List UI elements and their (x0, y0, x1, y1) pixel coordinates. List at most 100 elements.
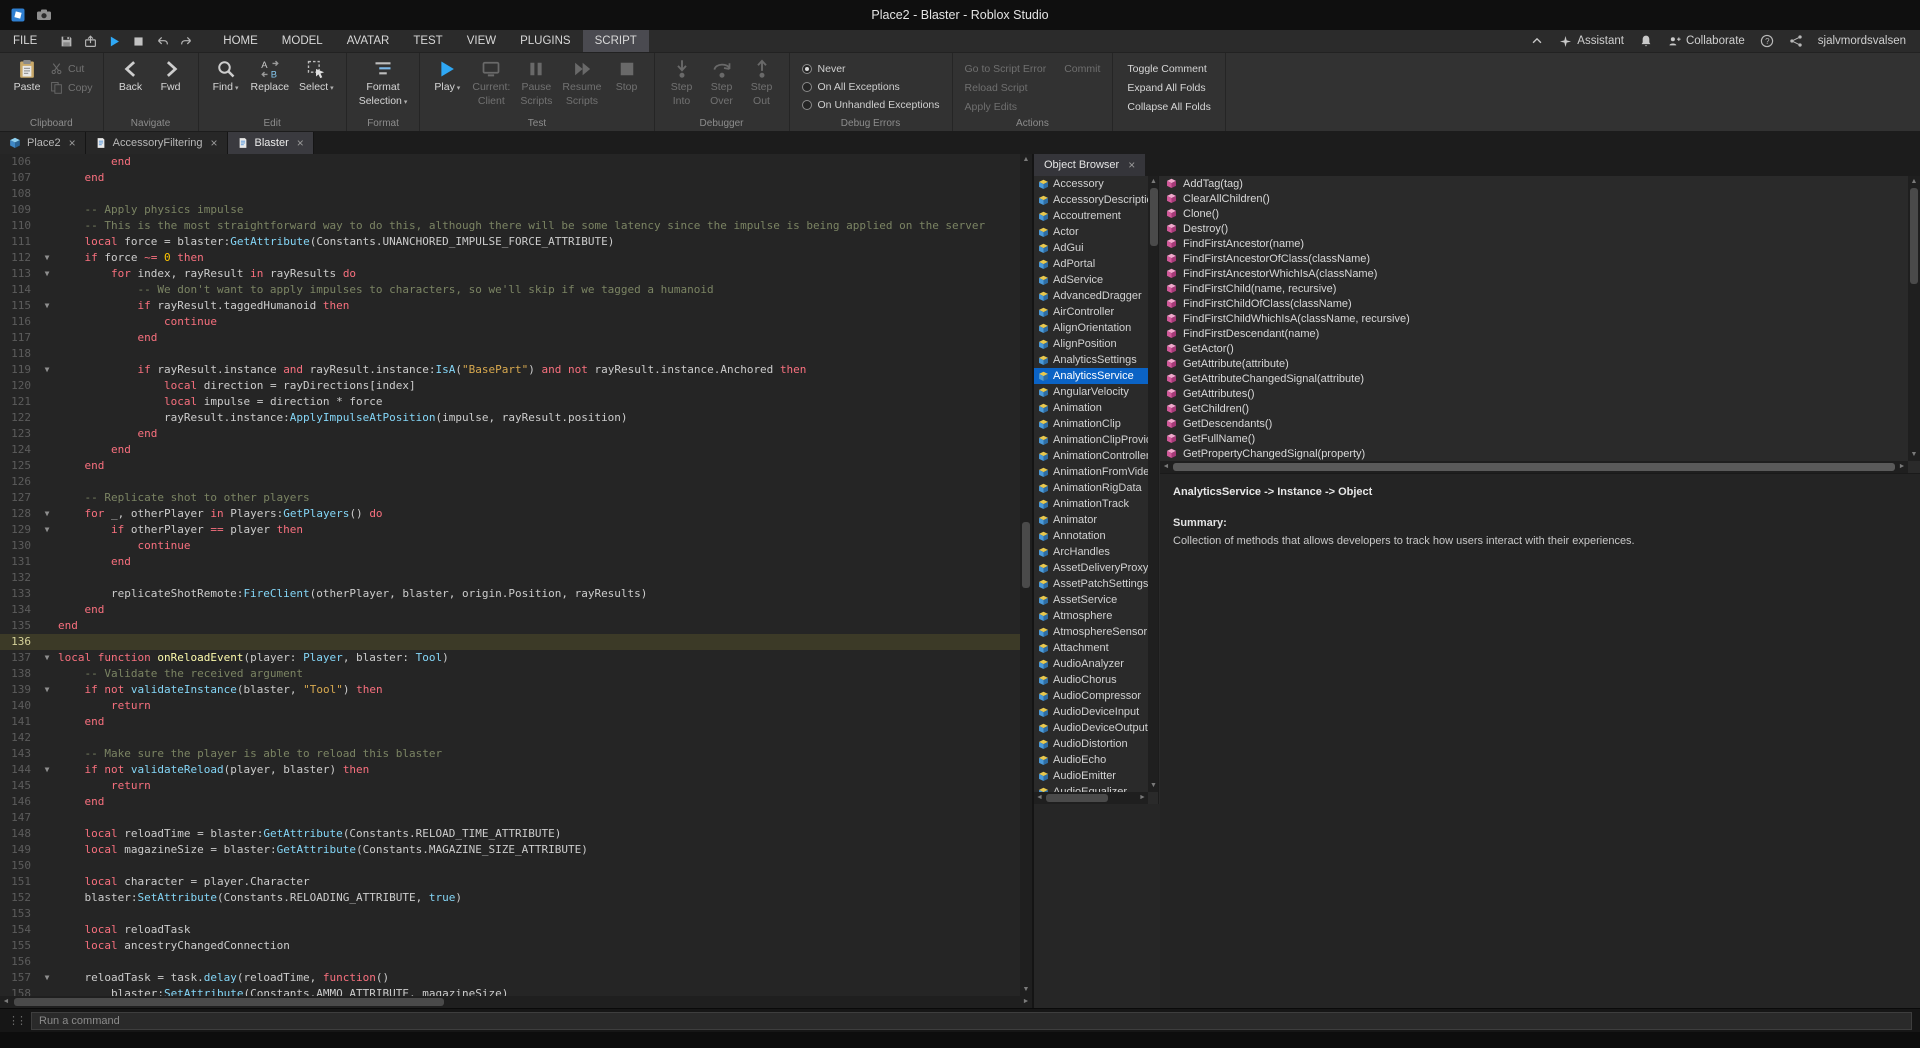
code-line[interactable]: 141 end (0, 714, 1020, 730)
ribbon-button-toggle-comment[interactable]: Toggle Comment (1127, 63, 1210, 75)
menu-tab-view[interactable]: VIEW (455, 30, 508, 52)
code-line[interactable]: 148 local reloadTime = blaster:GetAttrib… (0, 826, 1020, 842)
menu-tab-avatar[interactable]: AVATAR (335, 30, 402, 52)
fold-arrow-icon[interactable]: ▼ (36, 362, 58, 378)
file-menu[interactable]: FILE (0, 30, 50, 52)
scroll-right-icon[interactable]: ► (1896, 461, 1908, 473)
code-line[interactable]: 144▼ if not validateReload(player, blast… (0, 762, 1020, 778)
class-list-item[interactable]: AnimationClipProvider (1034, 432, 1148, 448)
code-line[interactable]: 121 local impulse = direction * force (0, 394, 1020, 410)
class-list-item[interactable]: AudioAnalyzer (1034, 656, 1148, 672)
code-line[interactable]: 135end (0, 618, 1020, 634)
class-list-item[interactable]: Accessory (1034, 176, 1148, 192)
fold-arrow-icon[interactable]: ▼ (36, 762, 58, 778)
member-list-item[interactable]: ClearAllChildren() (1160, 191, 1908, 206)
class-list-item[interactable]: AssetDeliveryProxy (1034, 560, 1148, 576)
ribbon-button-replace[interactable]: ABReplace (246, 56, 295, 96)
class-list-item[interactable]: AccessoryDescription (1034, 192, 1148, 208)
class-list-horizontal-scrollbar[interactable]: ◄ ► (1034, 792, 1148, 804)
class-list-item[interactable]: Atmosphere (1034, 608, 1148, 624)
ribbon-button-select[interactable]: Select ▾ (294, 56, 339, 98)
fold-arrow-icon[interactable]: ▼ (36, 650, 58, 666)
code-line[interactable]: 106 end (0, 154, 1020, 170)
code-line[interactable]: 118 (0, 346, 1020, 362)
fold-arrow-icon[interactable]: ▼ (36, 682, 58, 698)
editor-hscroll-thumb[interactable] (14, 998, 444, 1006)
code-line[interactable]: 130 continue (0, 538, 1020, 554)
class-list-item[interactable]: AdGui (1034, 240, 1148, 256)
member-list-item[interactable]: FindFirstAncestor(name) (1160, 236, 1908, 251)
class-list-item[interactable]: Actor (1034, 224, 1148, 240)
code-line[interactable]: 107 end (0, 170, 1020, 186)
class-list-item[interactable]: ArcHandles (1034, 544, 1148, 560)
code-line[interactable]: 114 -- We don't want to apply impulses t… (0, 282, 1020, 298)
class-hscroll-thumb[interactable] (1046, 794, 1108, 802)
member-list-vertical-scrollbar[interactable]: ▲ ▼ (1908, 176, 1920, 461)
ribbon-button-paste[interactable]: Paste (7, 56, 47, 96)
qat-undo-icon[interactable] (156, 35, 169, 48)
bell-icon[interactable] (1639, 34, 1653, 48)
code-line[interactable]: 123 end (0, 426, 1020, 442)
code-line[interactable]: 142 (0, 730, 1020, 746)
class-list-item[interactable]: Animator (1034, 512, 1148, 528)
class-list-item[interactable]: AudioCompressor (1034, 688, 1148, 704)
class-list-item[interactable]: AngularVelocity (1034, 384, 1148, 400)
code-line[interactable]: 157▼ reloadTask = task.delay(reloadTime,… (0, 970, 1020, 986)
code-line[interactable]: 134 end (0, 602, 1020, 618)
class-list-item[interactable]: AudioEcho (1034, 752, 1148, 768)
code-line[interactable]: 117 end (0, 330, 1020, 346)
class-list-item[interactable]: AnimationFromVideoCreatorService (1034, 464, 1148, 480)
close-icon[interactable]: × (1128, 158, 1135, 172)
camera-icon[interactable] (36, 7, 52, 23)
class-list-item[interactable]: AnimationClip (1034, 416, 1148, 432)
scroll-down-icon[interactable]: ▼ (1908, 449, 1920, 461)
code-line[interactable]: 154 local reloadTask (0, 922, 1020, 938)
editor-horizontal-scrollbar[interactable]: ◄ ► (0, 996, 1032, 1008)
code-line[interactable]: 136 (0, 634, 1020, 650)
scroll-left-icon[interactable]: ◄ (1160, 461, 1172, 473)
qat-open-icon[interactable] (84, 35, 97, 48)
code-line[interactable]: 138 -- Validate the received argument (0, 666, 1020, 682)
close-icon[interactable]: × (211, 136, 218, 150)
code-line[interactable]: 156 (0, 954, 1020, 970)
assistant-button[interactable]: Assistant (1559, 35, 1624, 48)
class-list-vertical-scrollbar[interactable]: ▲ ▼ (1148, 176, 1159, 792)
radio-never[interactable]: Never (802, 63, 940, 75)
code-line[interactable]: 137▼local function onReloadEvent(player:… (0, 650, 1020, 666)
member-list-item[interactable]: FindFirstDescendant(name) (1160, 326, 1908, 341)
member-list-item[interactable]: GetAttributes() (1160, 386, 1908, 401)
member-vscroll-thumb[interactable] (1910, 188, 1918, 284)
code-line[interactable]: 116 continue (0, 314, 1020, 330)
object-browser-tab[interactable]: Object Browser × (1034, 154, 1145, 176)
fold-arrow-icon[interactable]: ▼ (36, 298, 58, 314)
fold-arrow-icon[interactable]: ▼ (36, 970, 58, 986)
username[interactable]: sjalvmordsvalsen (1818, 35, 1906, 47)
scroll-down-icon[interactable]: ▼ (1148, 780, 1159, 792)
member-list-item[interactable]: Clone() (1160, 206, 1908, 221)
code-line[interactable]: 149 local magazineSize = blaster:GetAttr… (0, 842, 1020, 858)
qat-save-icon[interactable] (60, 35, 73, 48)
class-list-item[interactable]: AssetService (1034, 592, 1148, 608)
code-line[interactable]: 128▼ for _, otherPlayer in Players:GetPl… (0, 506, 1020, 522)
doc-tab-place2[interactable]: Place2× (0, 132, 86, 154)
class-list-item[interactable]: AirController (1034, 304, 1148, 320)
code-line[interactable]: 139▼ if not validateInstance(blaster, "T… (0, 682, 1020, 698)
member-list-item[interactable]: FindFirstAncestorOfClass(className) (1160, 251, 1908, 266)
code-line[interactable]: 147 (0, 810, 1020, 826)
code-line[interactable]: 127 -- Replicate shot to other players (0, 490, 1020, 506)
qat-redo-icon[interactable] (180, 35, 193, 48)
doc-tab-accessoryfiltering[interactable]: AccessoryFiltering× (86, 132, 228, 154)
code-line[interactable]: 119▼ if rayResult.instance and rayResult… (0, 362, 1020, 378)
radio-on-unhandled-exceptions[interactable]: On Unhandled Exceptions (802, 99, 940, 111)
member-list-item[interactable]: GetAttribute(attribute) (1160, 356, 1908, 371)
ribbon-button-expand-all-folds[interactable]: Expand All Folds (1127, 82, 1210, 94)
code-line[interactable]: 111 local force = blaster:GetAttribute(C… (0, 234, 1020, 250)
menu-tab-model[interactable]: MODEL (270, 30, 335, 52)
code-line[interactable]: 132 (0, 570, 1020, 586)
menu-tab-test[interactable]: TEST (401, 30, 454, 52)
code-line[interactable]: 129▼ if otherPlayer == player then (0, 522, 1020, 538)
class-list-item[interactable]: AudioEmitter (1034, 768, 1148, 784)
class-list-item[interactable]: AnalyticsSettings (1034, 352, 1148, 368)
radio-on-all-exceptions[interactable]: On All Exceptions (802, 81, 940, 93)
class-list-item[interactable]: AdService (1034, 272, 1148, 288)
